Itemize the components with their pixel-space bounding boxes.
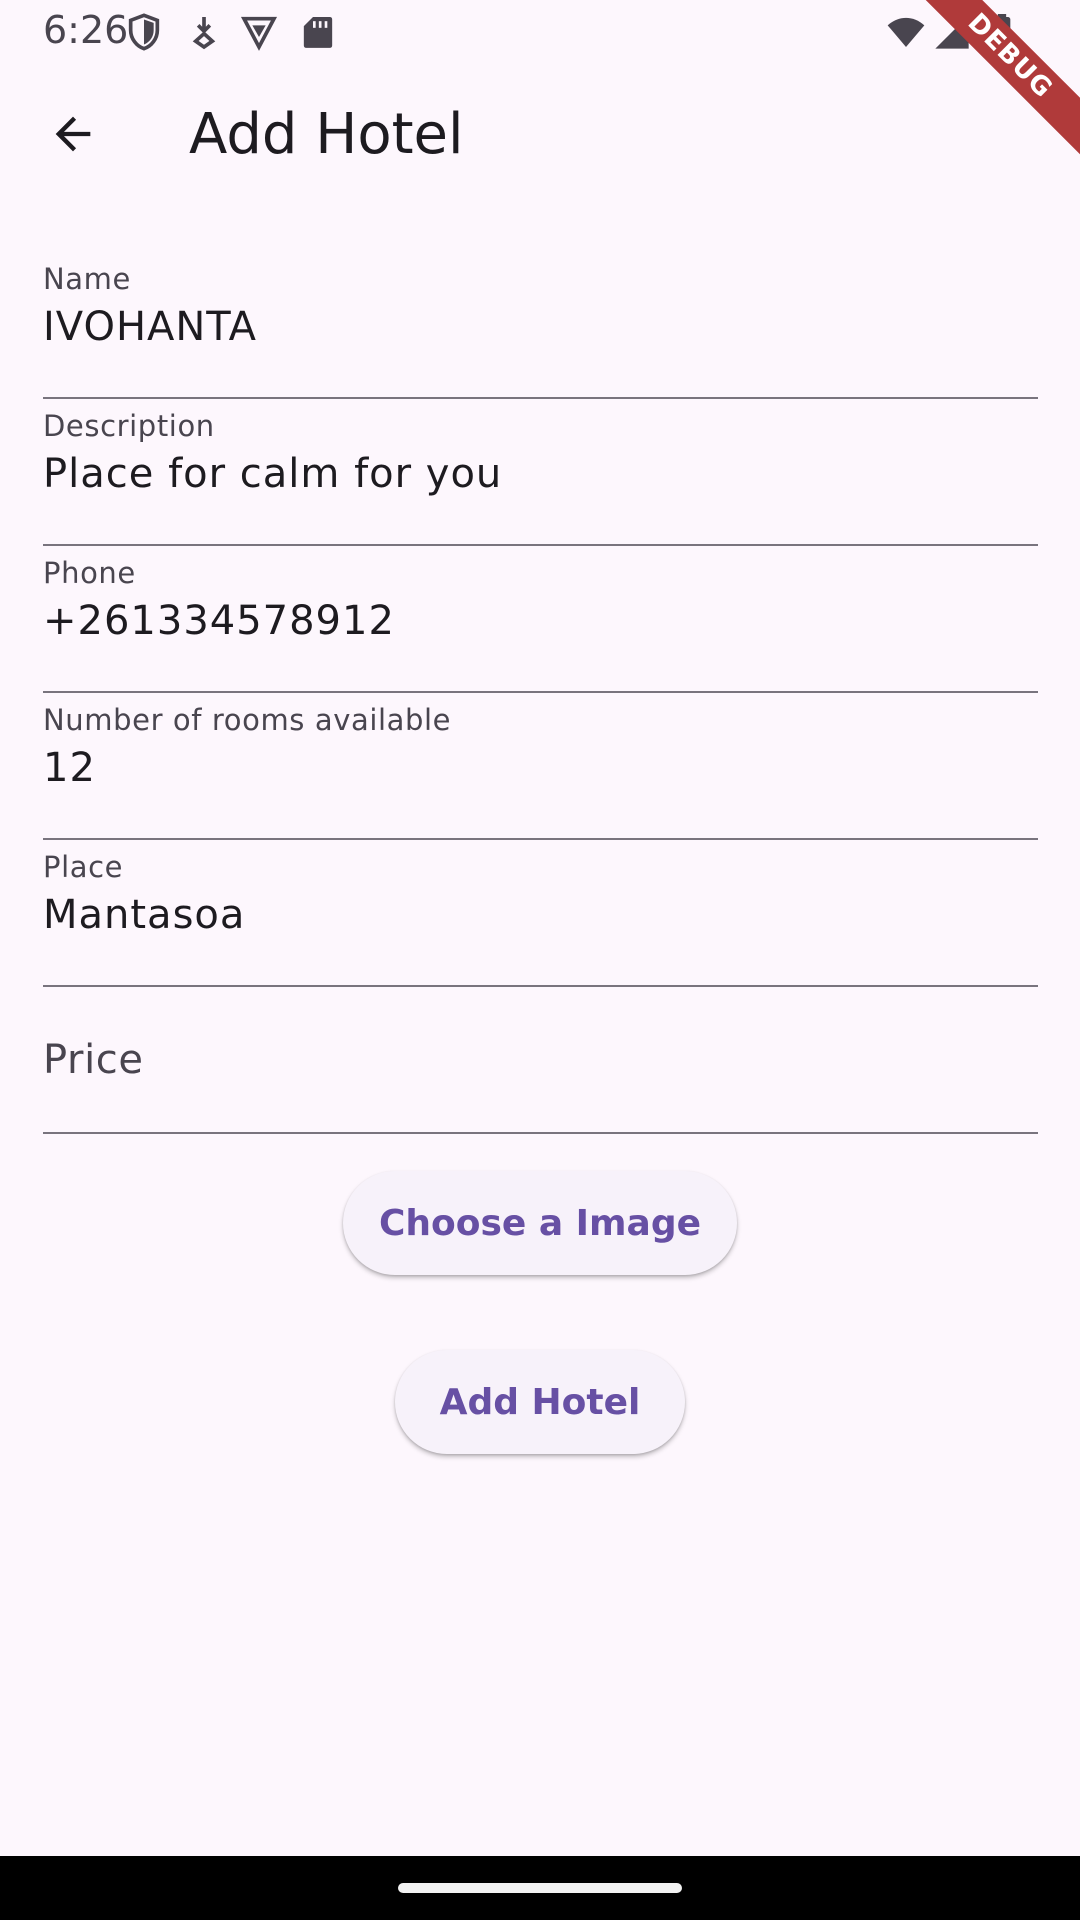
page-title: Add Hotel [189, 102, 464, 167]
rooms-field-value[interactable]: 12 [43, 745, 96, 791]
shield-icon [124, 12, 164, 52]
phone-field[interactable]: Phone +261334578912 [43, 546, 1038, 693]
phone-field-value[interactable]: +261334578912 [43, 598, 395, 644]
place-field-value[interactable]: Mantasoa [43, 892, 245, 938]
back-button[interactable] [38, 99, 108, 169]
home-gesture-handle[interactable] [398, 1883, 682, 1893]
price-field[interactable]: Price [43, 987, 1038, 1134]
sd-card-icon [298, 12, 338, 52]
download-icon [184, 12, 224, 52]
price-field-label: Price [43, 1037, 144, 1083]
vpn-icon [239, 12, 279, 52]
status-time: 6:26 [43, 8, 129, 52]
add-hotel-button[interactable]: Add Hotel [395, 1350, 685, 1454]
rooms-field-label: Number of rooms available [43, 703, 452, 737]
name-field[interactable]: Name IVOHANTA [43, 252, 1038, 399]
description-field[interactable]: Description Place for calm for you [43, 399, 1038, 546]
arrow-back-icon [47, 108, 99, 160]
rooms-field[interactable]: Number of rooms available 12 [43, 693, 1038, 840]
app-bar: Add Hotel [0, 64, 1080, 204]
navigation-bar [0, 1856, 1080, 1920]
description-field-label: Description [43, 409, 215, 443]
name-field-label: Name [43, 262, 131, 296]
place-field[interactable]: Place Mantasoa [43, 840, 1038, 987]
choose-image-button[interactable]: Choose a Image [343, 1171, 737, 1275]
phone-field-label: Phone [43, 556, 136, 590]
status-bar: 6:26 [0, 0, 1080, 64]
place-field-label: Place [43, 850, 124, 884]
name-field-value[interactable]: IVOHANTA [43, 304, 257, 350]
wifi-icon [886, 12, 926, 52]
description-field-value[interactable]: Place for calm for you [43, 451, 502, 497]
